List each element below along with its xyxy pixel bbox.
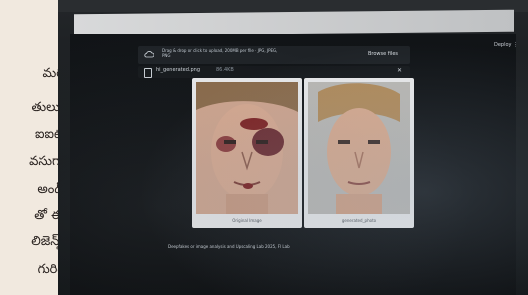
original-image-card: Original Image xyxy=(192,78,302,228)
laptop-screen-photo: Deploy ⋮ Drag & drop or click to upload,… xyxy=(58,0,528,295)
generated-image-card: generated_photo xyxy=(304,78,414,228)
browser-toolbar xyxy=(74,9,514,37)
original-image-caption: Original Image xyxy=(232,218,262,223)
deploy-menu[interactable]: Deploy ⋮ xyxy=(494,42,518,48)
browse-files-button[interactable]: Browse files xyxy=(368,51,398,57)
generated-face-image xyxy=(308,82,410,214)
footer-text: Deepfakes or image analysis and Upscalin… xyxy=(168,244,290,249)
upload-instructions: Drag & drop or click to upload, 200MB pe… xyxy=(162,48,278,58)
file-size: 86.4KB xyxy=(216,67,234,73)
injured-face-image xyxy=(196,82,298,214)
cloud-upload-icon xyxy=(144,51,154,58)
file-uploader[interactable]: Drag & drop or click to upload, 200MB pe… xyxy=(138,46,410,64)
remove-file-button[interactable]: ✕ xyxy=(397,67,402,74)
file-icon xyxy=(144,68,152,78)
file-name: hi_generated.png xyxy=(156,67,200,73)
uploaded-file-row: hi_generated.png 86.4KB ✕ xyxy=(138,66,410,78)
generated-image-caption: generated_photo xyxy=(341,218,377,223)
